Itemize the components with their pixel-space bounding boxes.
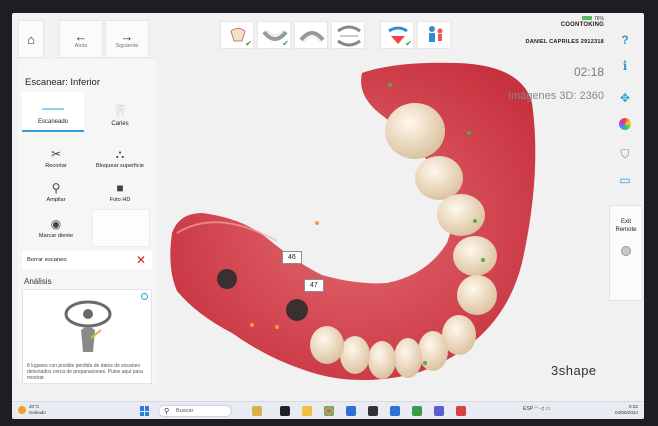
next-button[interactable]: → Siguiente [105, 20, 149, 58]
info-icon[interactable] [141, 293, 148, 300]
tool-label: Bloquear superficie [96, 162, 144, 169]
jaw-model[interactable] [170, 62, 536, 381]
chrome-icon[interactable] [324, 406, 334, 416]
tooth-marker-icon: ◉ [50, 216, 62, 231]
clock-date: 04/06/2024 [615, 410, 638, 415]
task-view-icon[interactable] [280, 406, 290, 416]
magnifier-icon: ⚲ [51, 180, 61, 195]
home-button[interactable]: ⌂ [18, 20, 44, 58]
taskbar: 20°C Soleado ⚲ Buscar ESP ◠ ◁ ▭ 9:32 04/… [12, 401, 644, 419]
search-icon: ⚲ [164, 408, 170, 415]
patient-label: DANIEL CAPRILES 2912318 [525, 39, 604, 45]
back-label: Atrás [74, 42, 88, 49]
battery-tray-icon: ▭ [545, 406, 551, 412]
3shape-app-icon[interactable] [456, 406, 466, 416]
tooth-icon: 🦷 [112, 104, 128, 118]
images-3d-counter: Imágenes 3D: 2360 [507, 90, 604, 102]
volume-icon: ◁ [540, 406, 544, 412]
color-mode-icon[interactable] [614, 113, 636, 135]
tooth-label-47[interactable]: 47 [304, 279, 324, 292]
tool-label: Ampliar [46, 196, 66, 203]
check-icon: ✔ [282, 39, 289, 48]
scan-mode-icon [42, 108, 64, 110]
analysis-text: 8 lugares con posible pérdida de datos d… [27, 363, 143, 381]
info-toolbar-icon[interactable]: i [614, 55, 636, 77]
stage-analysis[interactable]: ✔ [380, 21, 414, 49]
organization-label: COONTOKING [560, 22, 604, 28]
check-icon: ✔ [245, 39, 252, 48]
arrow-right-icon: → [120, 28, 134, 44]
back-button[interactable]: ← Atrás [59, 20, 103, 58]
edge-icon[interactable] [346, 406, 356, 416]
panel-title: Escanear: Inferior [25, 77, 100, 88]
weather-widget[interactable]: 20°C Soleado [18, 404, 46, 415]
camera-icon: ■ [116, 180, 124, 195]
windows-start-icon[interactable] [140, 406, 150, 416]
patient-icon [429, 26, 443, 42]
analysis-title: Análisis [24, 277, 52, 286]
system-tray[interactable]: ESP ◠ ◁ ▭ [523, 406, 550, 412]
next-label: Siguiente [115, 42, 139, 49]
screen: ⌂ ← Atrás → Siguiente ✔ ✔ ✔ 76% COONTOKI… [12, 13, 644, 419]
help-icon[interactable]: ? [614, 29, 636, 51]
teams-icon[interactable] [434, 406, 444, 416]
stage-bite[interactable] [331, 21, 365, 49]
stage-lower-jaw[interactable]: ✔ [257, 21, 291, 49]
weather-desc: Soleado [29, 409, 46, 415]
delete-scan-row[interactable]: Borrar escaneo ✕ [22, 251, 152, 269]
analysis-card[interactable]: 8 lugares con posible pérdida de datos d… [22, 289, 152, 384]
chat-icon[interactable]: ▭ [614, 169, 636, 191]
brand-logo: 3shape [551, 363, 597, 378]
stage-preparation[interactable]: ✔ [220, 21, 254, 49]
sun-icon [18, 405, 26, 414]
mode-tab-caries[interactable]: 🦷 Caries [88, 92, 152, 132]
widgets-app-icon[interactable] [252, 406, 262, 416]
exit-remote-button[interactable]: Exit Remote [609, 205, 643, 301]
stage-patient[interactable] [417, 21, 451, 49]
scan-data-loss-icon [64, 300, 112, 352]
move-view-icon[interactable]: ✥ [614, 87, 636, 109]
exit-remote-label: Exit Remote [615, 219, 637, 233]
remote-icon [621, 246, 631, 256]
lock-surface-button[interactable]: ⛬ Bloquear superficie [90, 139, 150, 177]
tool-label: Foto HD [109, 196, 131, 203]
language-indicator: ESP [523, 406, 533, 412]
taskbar-clock[interactable]: 9:32 04/06/2024 [615, 404, 638, 416]
mark-tooth-button[interactable]: ◉ Marcar diente [26, 209, 86, 247]
tool-label: Marcar diente [38, 232, 74, 239]
check-icon: ✔ [405, 39, 412, 48]
home-icon: ⌂ [27, 31, 35, 47]
mode-label: Caries [111, 121, 129, 127]
battery-icon [581, 16, 592, 20]
file-explorer-icon[interactable] [302, 406, 312, 416]
upper-jaw-icon [299, 31, 325, 43]
hd-photo-button[interactable]: ■ Foto HD [90, 173, 150, 211]
empty-tool-slot [92, 209, 150, 247]
tool-label: Recortar [45, 162, 67, 169]
tooth-label-46[interactable]: 46 [282, 251, 302, 264]
delete-icon[interactable]: ✕ [136, 254, 146, 266]
zoom-tool-button[interactable]: ⚲ Ampliar [26, 173, 86, 211]
taskbar-search[interactable]: ⚲ Buscar [158, 405, 232, 417]
search-placeholder: Buscar [176, 408, 194, 414]
delete-scan-label: Borrar escaneo [27, 257, 67, 263]
scissors-icon: ✂ [50, 146, 62, 161]
mode-label: Escaneado [37, 119, 69, 125]
bite-icon [337, 25, 361, 47]
scan-3d-viewer[interactable] [157, 53, 617, 398]
left-panel: Escanear: Inferior Escaneado 🦷 Caries ✂ … [18, 59, 156, 384]
tooth-view-icon[interactable]: ⛉ [614, 143, 636, 165]
lock-surface-icon: ⛬ [115, 146, 125, 161]
excel-icon[interactable] [412, 406, 422, 416]
mode-tab-scan[interactable]: Escaneado [22, 92, 84, 132]
word-icon[interactable] [390, 406, 400, 416]
trim-tool-button[interactable]: ✂ Recortar [26, 139, 86, 177]
stage-upper-jaw[interactable] [294, 21, 328, 49]
app-icon-dark[interactable] [368, 406, 378, 416]
arrow-left-icon: ← [74, 28, 88, 44]
